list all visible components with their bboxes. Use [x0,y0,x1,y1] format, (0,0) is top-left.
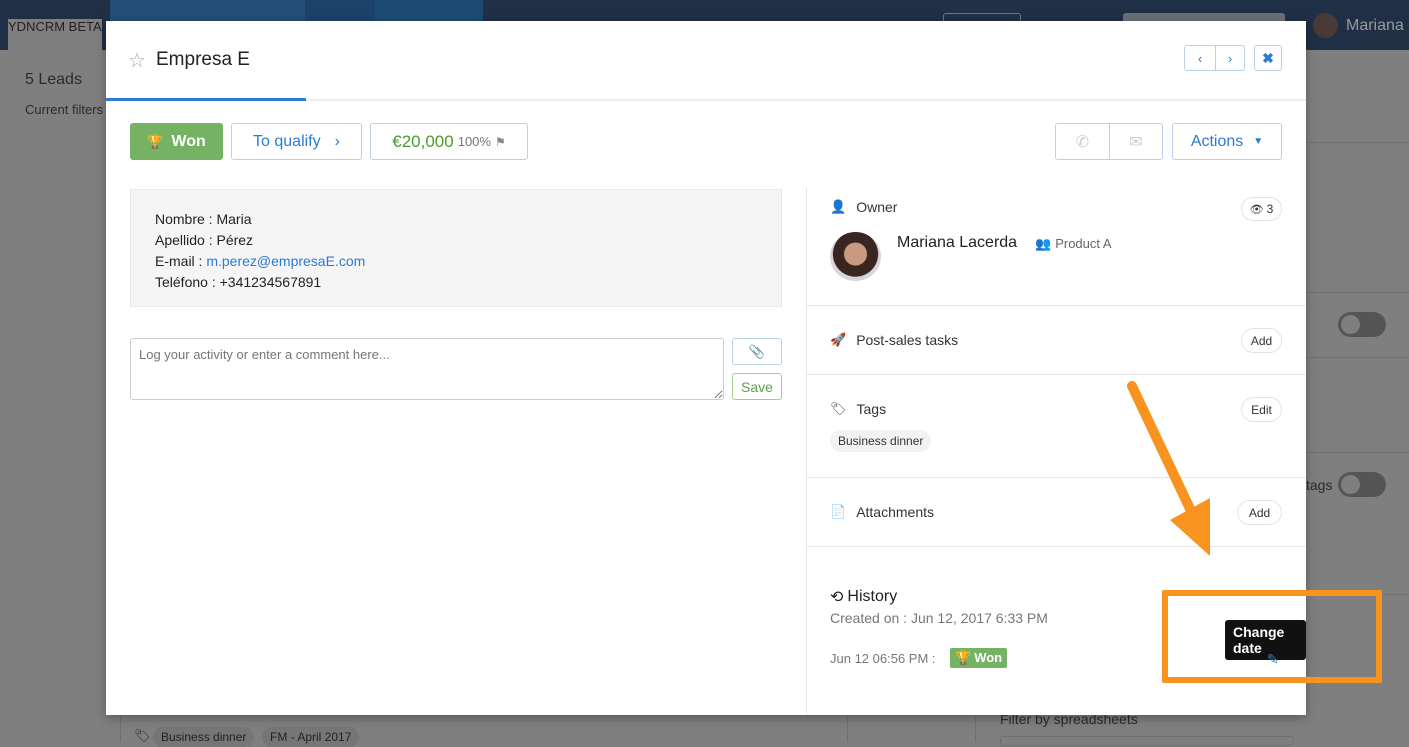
history-won-badge: 🏆 Won [950,648,1008,668]
eye-icon: 👁 [1249,203,1264,216]
next-button[interactable]: › [1215,45,1245,71]
tag-chip[interactable]: Business dinner [830,430,932,452]
arrow-shaft [1127,381,1205,535]
owner-avatar [830,232,881,281]
actions-label: Actions [1190,132,1244,150]
star-icon[interactable]: ☆ [128,48,146,73]
contact-card: Nombre : Maria Apellido : Pérez E-mail :… [130,189,782,307]
history-label: History [847,588,898,605]
post-sales-header: 🚀 Post-sales tasks [830,332,958,348]
actions-button[interactable]: Actions ▼ [1172,123,1282,160]
brand-logo[interactable]: YDNCRM BETA [8,19,102,50]
tag-chip: Business dinner [153,727,255,747]
divider [806,374,1306,375]
spreadsheet-select[interactable] [1000,736,1294,746]
add-task-button[interactable]: Add [1241,328,1282,353]
divider [806,477,1306,478]
contact-row: E-mail : m.perez@empresaE.com [155,253,366,269]
stage-label: To qualify [253,132,321,150]
amount-value: €20,000 [392,131,454,151]
chevron-right-icon: › [1227,50,1233,66]
divider [1306,357,1409,358]
won-label: Won [171,132,206,150]
divider [1306,452,1409,453]
won-badge-label: Won [974,650,1003,665]
tags-label: tags [1306,477,1333,493]
won-button[interactable]: 🏆 Won [130,123,223,160]
email-button[interactable]: ✉ [1109,123,1163,160]
caret-down-icon: ▼ [1253,136,1264,147]
save-button[interactable]: Save [732,373,782,400]
owner-name[interactable]: Mariana Lacerda [897,234,1017,252]
post-sales-label: Post-sales tasks [856,332,959,348]
comment-input[interactable] [130,338,724,400]
toggle-switch[interactable] [1338,312,1386,337]
call-button[interactable]: ✆ [1055,123,1110,160]
close-button[interactable]: ✖ [1254,45,1282,71]
current-filters: Current filters [25,102,104,117]
file-icon: 📄 [830,504,847,519]
user-avatar[interactable] [1313,13,1338,38]
divider [1306,142,1409,143]
leads-count: 5 Leads [25,71,82,88]
contact-row: Apellido : Pérez [155,232,254,248]
prev-button[interactable]: ‹ [1184,45,1216,71]
left-panel [0,50,110,742]
tags-label: Tags [856,401,887,417]
owner-team: 👥 Product A [1035,236,1112,252]
user-name[interactable]: Mariana [1346,17,1404,35]
trophy-icon: 🏆 [147,133,164,149]
flag-icon: ⚑ [494,134,506,149]
users-icon: 👥 [1035,236,1052,251]
attachments-header: 📄 Attachments [830,504,934,520]
created-on: Created on : Jun 12, 2017 6:33 PM [830,610,1048,626]
trophy-icon: 🏆 [955,650,972,665]
contact-row: Nombre : Maria [155,211,252,227]
edit-tags-button[interactable]: Edit [1241,397,1282,422]
user-icon: 👤 [830,199,847,214]
close-icon: ✖ [1262,49,1274,66]
history-header: ⟲ History [830,587,897,607]
tags-icon: 🏷 [830,401,847,416]
toggle-switch[interactable] [1338,472,1386,497]
team-label: Product A [1055,236,1112,251]
chevron-left-icon: ‹ [1197,50,1203,66]
divider [806,546,1306,547]
rocket-icon: 🚀 [830,332,847,347]
lead-modal: ☆ Empresa E ‹ › ✖ 🏆 Won To qualify › €20,0… [106,21,1306,715]
attachments-label: Attachments [856,504,935,520]
amount-button[interactable]: €20,000 100% ⚑ [370,123,528,160]
phone-icon: ✆ [1075,133,1090,151]
chevron-right-icon: › [334,132,340,150]
envelope-icon: ✉ [1129,133,1143,151]
highlight-box [1162,590,1382,683]
add-attachment-button[interactable]: Add [1237,500,1282,525]
paperclip-icon: 📎 [748,343,766,359]
email-link[interactable]: m.perez@empresaE.com [206,253,365,269]
history-entry-date: Jun 12 06:56 PM : [830,651,936,666]
tag-chip: FM - April 2017 [262,727,360,747]
divider [1306,292,1409,293]
tags-header: 🏷 Tags [830,401,886,417]
history-icon: ⟲ [830,589,844,606]
divider [806,305,1306,306]
watchers-button[interactable]: 👁 3 [1241,197,1282,221]
contact-row: Teléfono : +341234567891 [155,274,322,290]
owner-label: Owner [856,199,898,215]
watchers-count: 3 [1266,202,1274,216]
attach-button[interactable]: 📎 [732,338,782,365]
annotation-arrow [1127,381,1210,556]
tab-active-indicator[interactable] [106,98,306,101]
stage-button[interactable]: To qualify › [231,123,362,160]
probability-value: 100% [457,134,491,149]
column-divider [806,188,807,715]
modal-title: Empresa E [156,49,250,70]
owner-header: 👤 Owner [830,199,897,215]
